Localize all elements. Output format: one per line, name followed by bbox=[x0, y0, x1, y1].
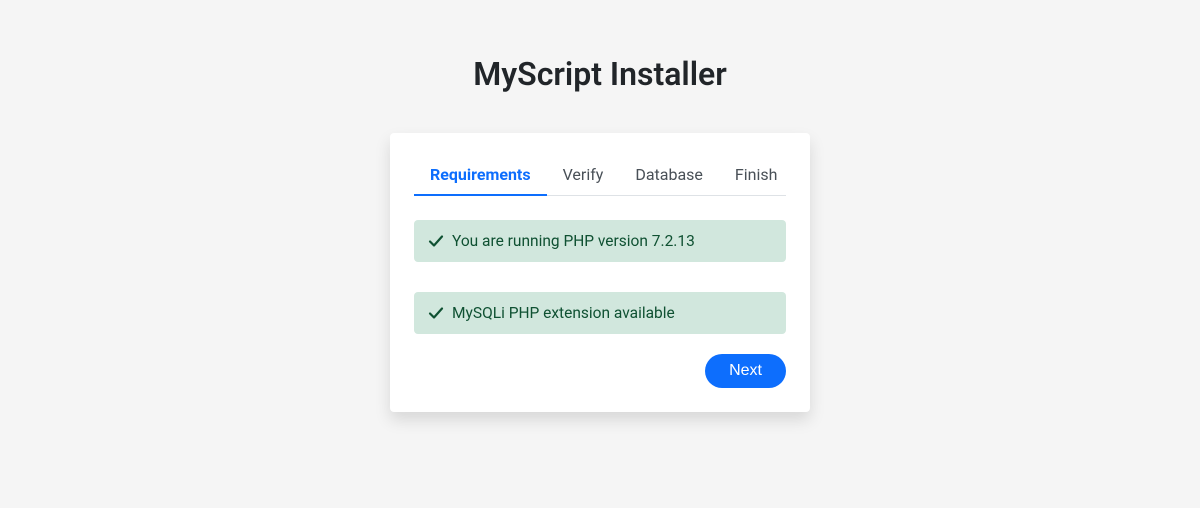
next-button[interactable]: Next bbox=[705, 354, 786, 388]
alert-text: You are running PHP version 7.2.13 bbox=[452, 232, 695, 250]
check-icon bbox=[428, 233, 444, 249]
installer-card: Requirements Verify Database Finish You … bbox=[390, 133, 810, 412]
alert-php-version: You are running PHP version 7.2.13 bbox=[414, 220, 786, 262]
alert-mysqli: MySQLi PHP extension available bbox=[414, 292, 786, 334]
page-title: MyScript Installer bbox=[473, 55, 726, 93]
actions-row: Next bbox=[414, 354, 786, 388]
tab-database[interactable]: Database bbox=[619, 157, 719, 196]
alert-text: MySQLi PHP extension available bbox=[452, 304, 675, 322]
tab-requirements[interactable]: Requirements bbox=[414, 157, 547, 196]
tab-verify[interactable]: Verify bbox=[547, 157, 620, 196]
tab-finish[interactable]: Finish bbox=[719, 157, 794, 196]
check-icon bbox=[428, 305, 444, 321]
tab-bar: Requirements Verify Database Finish bbox=[414, 157, 786, 196]
